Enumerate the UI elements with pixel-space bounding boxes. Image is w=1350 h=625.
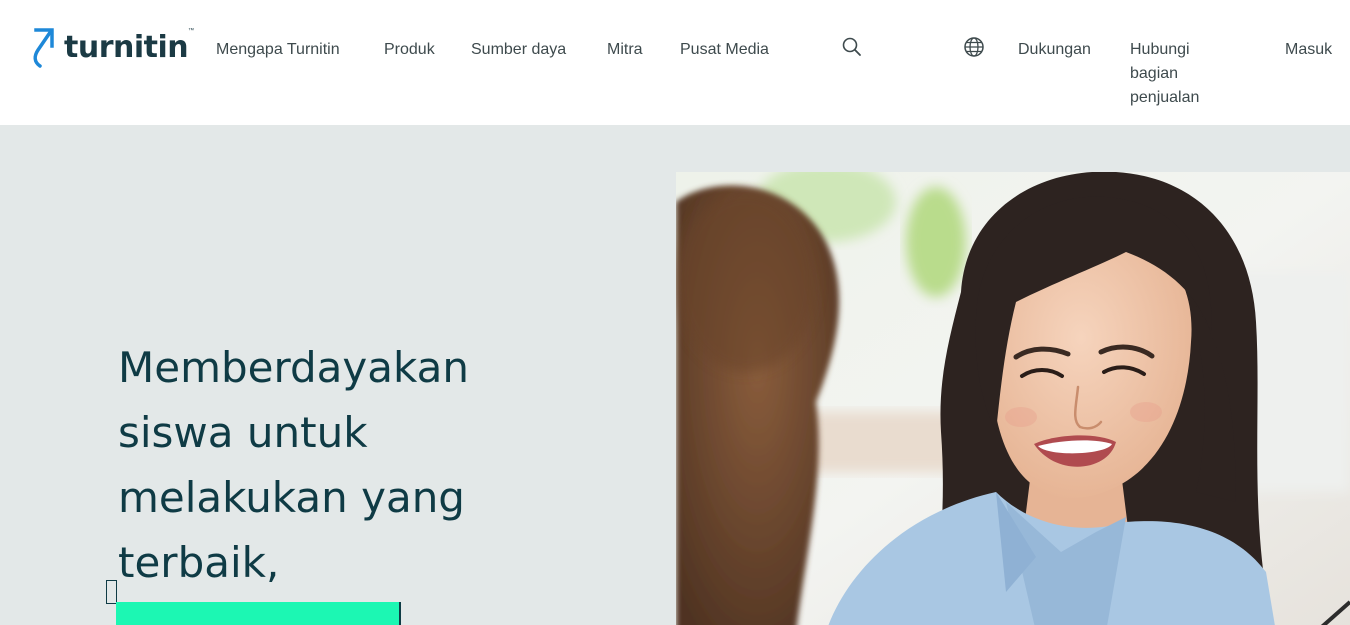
globe-icon: [964, 37, 984, 57]
text-cursor-marker: [106, 580, 117, 604]
nav-why-turnitin[interactable]: Mengapa Turnitin: [216, 38, 340, 62]
login-link[interactable]: Masuk: [1285, 38, 1332, 62]
nav-partners[interactable]: Mitra: [607, 38, 643, 62]
hero-photo-illustration: [676, 172, 1350, 625]
turnitin-logo-icon: [33, 28, 54, 68]
nav-products[interactable]: Produk: [384, 38, 435, 62]
search-button[interactable]: [840, 35, 864, 59]
hero-section: Memberdayakan siswa untuk melakukan yang…: [0, 125, 1350, 625]
support-link[interactable]: Dukungan: [1018, 38, 1091, 62]
nav-media-center[interactable]: Pusat Media: [680, 38, 769, 62]
turnitin-logo[interactable]: turnitin ™: [30, 26, 194, 70]
highlighted-text-block: [116, 602, 401, 625]
language-button[interactable]: [962, 35, 986, 59]
search-icon: [842, 37, 861, 56]
hero-headline: Memberdayakan siswa untuk melakukan yang…: [118, 343, 469, 587]
site-header: turnitin ™ Mengapa Turnitin Produk Sumbe…: [0, 0, 1350, 125]
hero-photo: [676, 172, 1350, 625]
logo-trademark: ™: [188, 28, 195, 34]
logo-wordmark: turnitin: [64, 30, 189, 65]
nav-resources[interactable]: Sumber daya: [471, 38, 566, 62]
contact-sales-link[interactable]: Hubungi bagian penjualan: [1130, 38, 1220, 110]
